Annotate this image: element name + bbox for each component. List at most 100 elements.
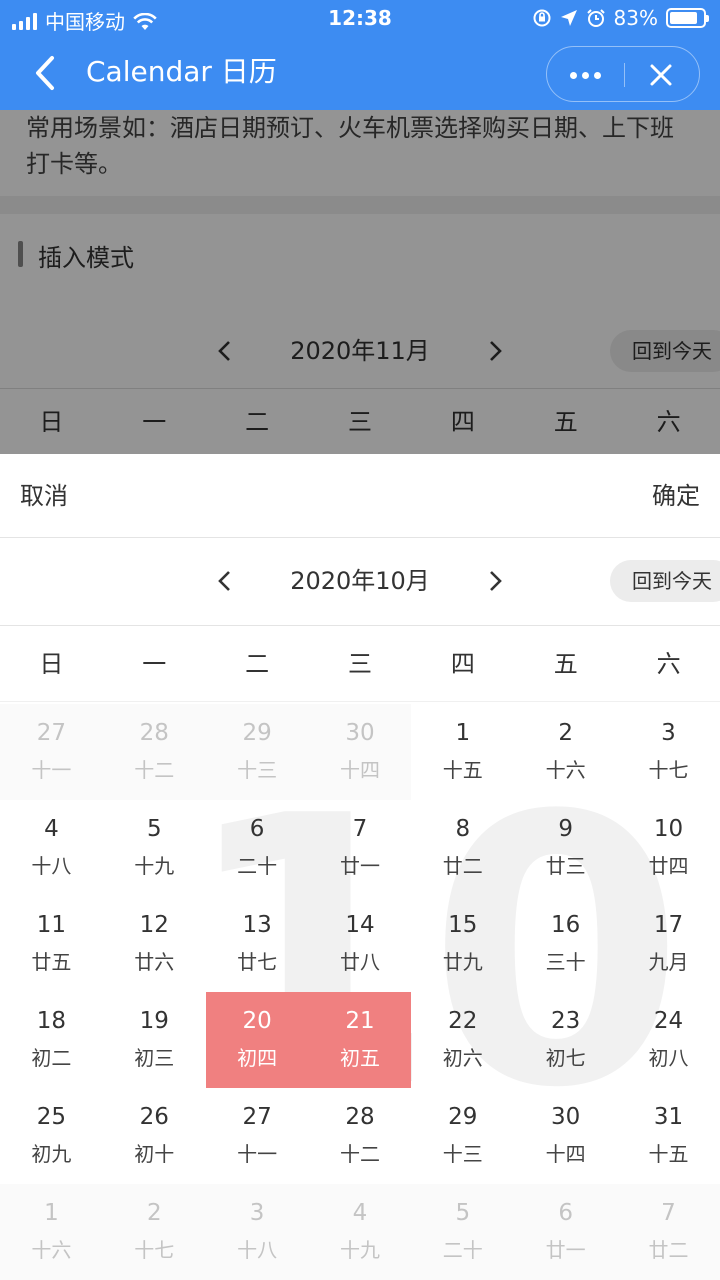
lunar-date: 十五 bbox=[442, 758, 483, 782]
day-cell[interactable]: 18 初二 bbox=[0, 992, 103, 1088]
lunar-date: 廿二 bbox=[648, 1238, 689, 1262]
day-cell[interactable]: 25 初九 bbox=[0, 1088, 103, 1184]
lunar-date: 十一 bbox=[237, 1142, 278, 1166]
day-cell[interactable]: 31 十五 bbox=[617, 1088, 720, 1184]
day-number: 4 bbox=[352, 1200, 368, 1226]
lunar-date: 九月 bbox=[648, 950, 689, 974]
day-cell[interactable]: 27 十一 bbox=[0, 704, 103, 800]
day-cell[interactable]: 5 十九 bbox=[103, 800, 206, 896]
more-icon[interactable] bbox=[565, 47, 605, 103]
day-cell[interactable]: 6 二十 bbox=[206, 800, 309, 896]
day-number: 4 bbox=[44, 816, 59, 842]
day-cell[interactable]: 28 十二 bbox=[309, 1088, 412, 1184]
day-cell[interactable]: 15 廿九 bbox=[411, 896, 514, 992]
day-cell[interactable]: 12 廿六 bbox=[103, 896, 206, 992]
day-cell[interactable]: 6 廿一 bbox=[514, 1184, 618, 1280]
day-number: 2 bbox=[146, 1200, 162, 1226]
lunar-date: 廿一 bbox=[545, 1238, 586, 1262]
weekday-label: 六 bbox=[656, 650, 681, 678]
day-cell[interactable]: 26 初十 bbox=[103, 1088, 206, 1184]
day-cell[interactable]: 30 十四 bbox=[308, 704, 412, 800]
lunar-date: 十四 bbox=[339, 758, 380, 782]
lunar-date: 十三 bbox=[442, 1142, 483, 1166]
location-icon bbox=[560, 10, 577, 26]
lunar-date: 十八 bbox=[31, 854, 72, 878]
chevron-left-icon[interactable] bbox=[214, 570, 236, 592]
chevron-right-icon[interactable] bbox=[484, 570, 506, 592]
calendar-week-row: 4 十八 5 十九 6 二十 7 廿一 8 廿二 9 廿三 10 廿四 bbox=[0, 800, 720, 896]
today-button[interactable]: 回到今天 bbox=[610, 560, 720, 602]
day-cell[interactable]: 11 廿五 bbox=[0, 896, 103, 992]
weekday-label: 一 bbox=[142, 650, 167, 678]
day-cell[interactable]: 22 初六 bbox=[411, 992, 514, 1088]
day-number: 30 bbox=[345, 720, 375, 746]
weekday-label: 日 bbox=[39, 650, 64, 678]
day-cell[interactable]: 1 十五 bbox=[411, 704, 514, 800]
day-cell[interactable]: 28 十二 bbox=[102, 704, 206, 800]
calendar-week-row: 1 十六 2 十七 3 十八 4 十九 5 二十 6 廿一 7 廿二 bbox=[0, 1184, 720, 1280]
confirm-button[interactable]: 确定 bbox=[652, 476, 700, 511]
day-number: 9 bbox=[558, 816, 573, 842]
day-cell[interactable]: 7 廿二 bbox=[617, 1184, 720, 1280]
close-icon[interactable] bbox=[647, 61, 675, 89]
cancel-button[interactable]: 取消 bbox=[20, 476, 68, 511]
lunar-date: 初五 bbox=[339, 1046, 380, 1070]
day-cell[interactable]: 19 初三 bbox=[103, 992, 206, 1088]
calendar-week-row: 11 廿五 12 廿六 13 廿七 14 廿八 15 廿九 16 三十 17 九月 bbox=[0, 896, 720, 992]
day-cell-selected[interactable]: 21 初五 bbox=[308, 992, 412, 1088]
day-cell[interactable]: 4 十九 bbox=[308, 1184, 412, 1280]
day-number: 30 bbox=[551, 1104, 581, 1130]
day-number: 11 bbox=[36, 912, 67, 938]
day-cell[interactable]: 29 十三 bbox=[205, 704, 309, 800]
lunar-date: 十八 bbox=[237, 1238, 278, 1262]
day-cell[interactable]: 9 廿三 bbox=[514, 800, 617, 896]
day-cell[interactable]: 4 十八 bbox=[0, 800, 103, 896]
day-cell[interactable]: 23 初七 bbox=[514, 992, 617, 1088]
day-cell[interactable]: 24 初八 bbox=[617, 992, 720, 1088]
day-number: 28 bbox=[139, 720, 169, 746]
lunar-date: 十一 bbox=[31, 758, 72, 782]
day-number: 5 bbox=[455, 1200, 471, 1226]
day-cell[interactable]: 8 廿二 bbox=[411, 800, 514, 896]
lunar-date: 十六 bbox=[31, 1238, 72, 1262]
weekday-label: 四 bbox=[450, 650, 475, 678]
day-cell[interactable]: 27 十一 bbox=[206, 1088, 309, 1184]
day-cell-selected[interactable]: 20 初四 bbox=[205, 992, 309, 1088]
lunar-date: 廿四 bbox=[648, 854, 689, 878]
day-cell[interactable]: 2 十七 bbox=[102, 1184, 206, 1280]
lunar-date: 廿五 bbox=[31, 950, 72, 974]
lunar-date: 十九 bbox=[134, 854, 175, 878]
lock-rotation-icon bbox=[533, 9, 551, 27]
lunar-date: 廿二 bbox=[442, 854, 483, 878]
day-cell[interactable]: 3 十七 bbox=[617, 704, 720, 800]
day-cell[interactable]: 14 廿八 bbox=[309, 896, 412, 992]
day-cell[interactable]: 2 十六 bbox=[514, 704, 617, 800]
modal-mask[interactable] bbox=[0, 110, 720, 454]
lunar-date: 初八 bbox=[648, 1046, 689, 1070]
back-icon[interactable] bbox=[30, 52, 64, 94]
lunar-date: 廿七 bbox=[237, 950, 278, 974]
day-cell[interactable]: 1 十六 bbox=[0, 1184, 103, 1280]
day-cell[interactable]: 5 二十 bbox=[411, 1184, 515, 1280]
day-cell[interactable]: 30 十四 bbox=[514, 1088, 617, 1184]
day-number: 8 bbox=[455, 816, 471, 842]
day-cell[interactable]: 13 廿七 bbox=[206, 896, 309, 992]
lunar-date: 三十 bbox=[545, 950, 586, 974]
lunar-date: 二十 bbox=[237, 854, 278, 878]
day-number: 26 bbox=[139, 1104, 169, 1130]
day-number: 19 bbox=[139, 1008, 169, 1034]
lunar-date: 十九 bbox=[339, 1238, 380, 1262]
day-number: 14 bbox=[345, 912, 375, 938]
day-number: 13 bbox=[242, 912, 272, 938]
popup-month-label: 2020年10月 bbox=[290, 567, 430, 595]
day-cell[interactable]: 3 十八 bbox=[205, 1184, 309, 1280]
capsule-divider bbox=[624, 63, 625, 87]
day-cell[interactable]: 16 三十 bbox=[514, 896, 617, 992]
nav-bar: Calendar 日历 bbox=[0, 40, 720, 106]
weekday-label: 三 bbox=[348, 650, 372, 678]
day-cell[interactable]: 29 十三 bbox=[411, 1088, 514, 1184]
day-cell[interactable]: 10 廿四 bbox=[617, 800, 720, 896]
day-cell[interactable]: 7 廿一 bbox=[309, 800, 412, 896]
day-number: 5 bbox=[146, 816, 162, 842]
day-cell[interactable]: 17 九月 bbox=[617, 896, 720, 992]
